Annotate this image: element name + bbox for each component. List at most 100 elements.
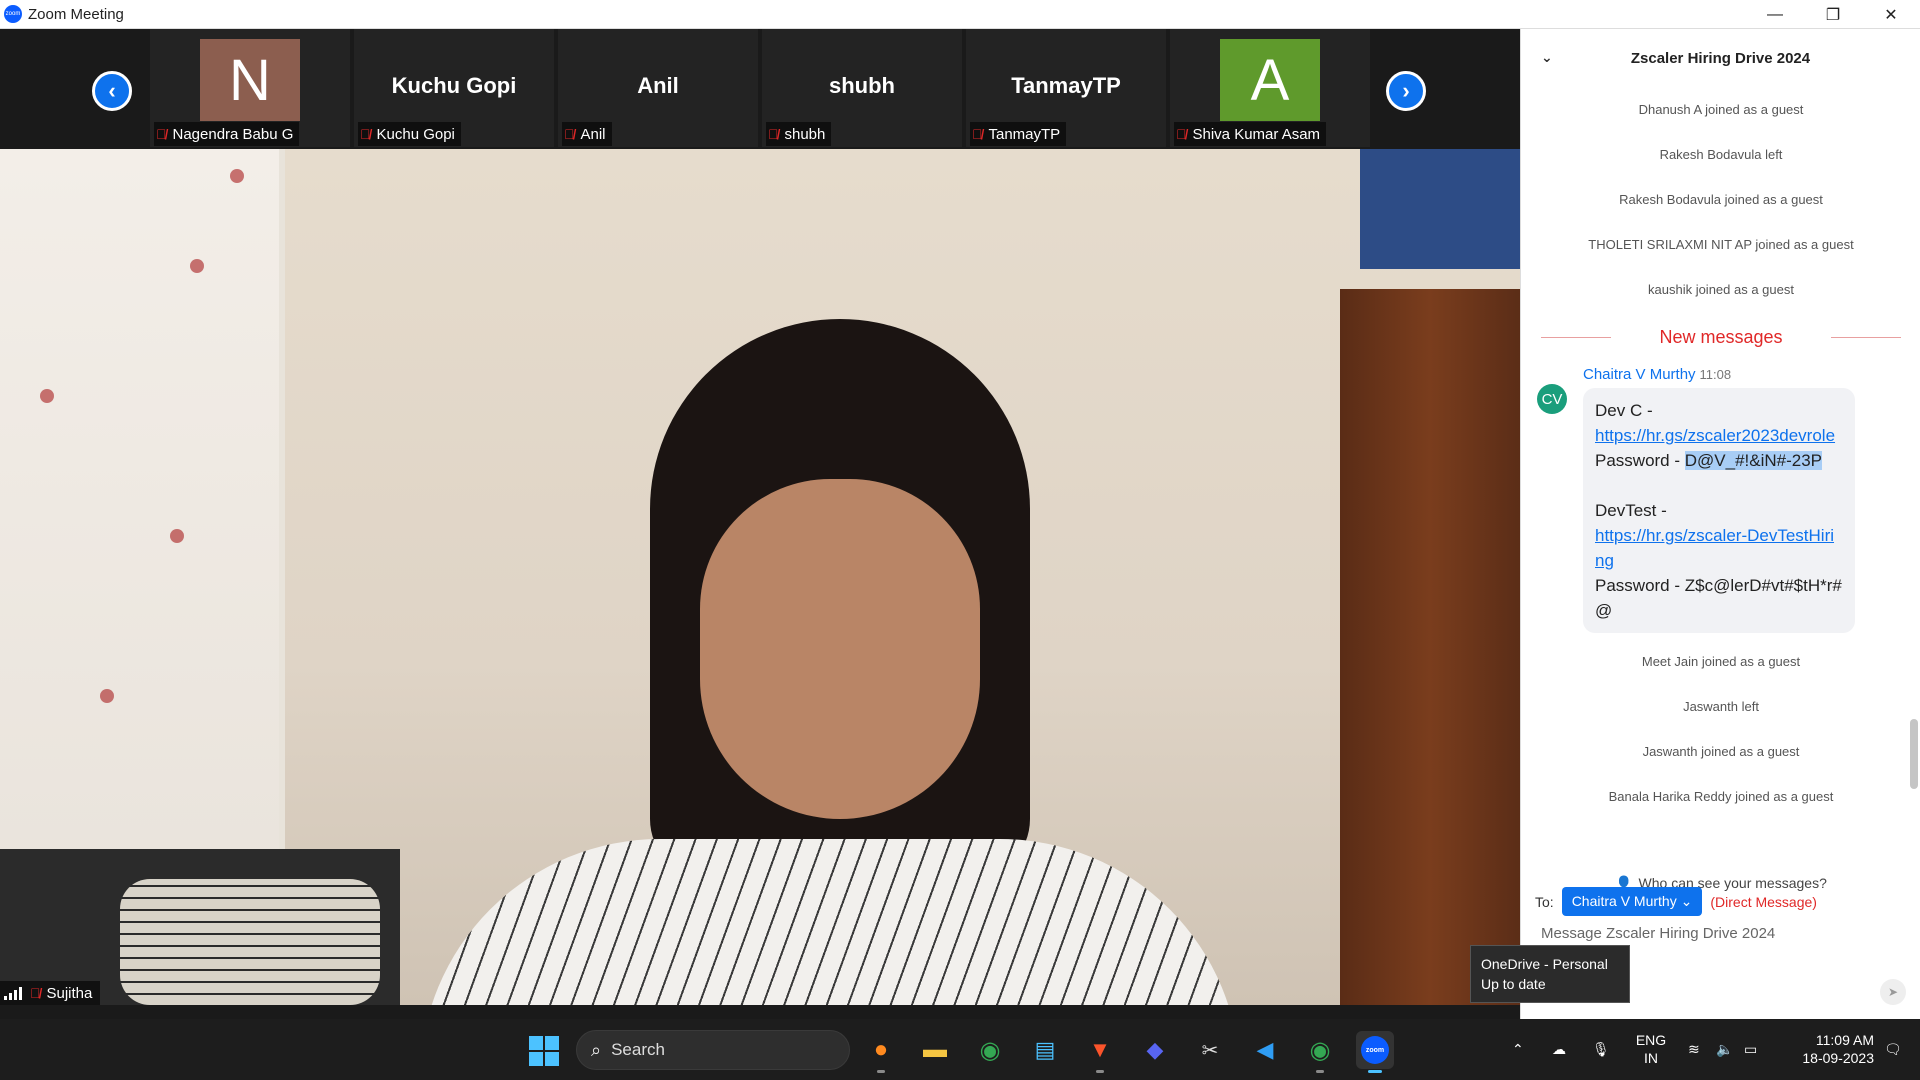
chrome-profile-icon[interactable]: ◉ (1301, 1031, 1339, 1073)
wifi-icon[interactable]: ≋ (1688, 1019, 1700, 1080)
mic-muted-icon: 🎙̸ (564, 126, 575, 142)
message-line: Password - D@V_#!&iN#-23P (1595, 448, 1843, 473)
participant-label: 🎙̸ TanmayTP (970, 122, 1067, 146)
scrollbar-thumb[interactable] (1910, 719, 1918, 789)
system-message: Jaswanth left (1683, 699, 1759, 714)
participant-label: 🎙̸ Shiva Kumar Asam (1174, 122, 1327, 146)
curtain-pattern (40, 389, 54, 403)
zoom-taskbar-icon[interactable]: zoom (1356, 1031, 1394, 1073)
participant-label: 🎙̸ Nagendra Babu G (154, 122, 300, 146)
windows-start-icon[interactable] (529, 1036, 559, 1066)
curtain-pattern (100, 689, 114, 703)
search-icon: ⌕ (591, 1039, 602, 1060)
message-bubble: Dev C - https://hr.gs/zscaler2023devrole… (1583, 388, 1855, 633)
tooltip-line: OneDrive - Personal (1481, 956, 1608, 972)
message-line: Dev C - (1595, 401, 1653, 420)
notifications-icon[interactable]: 🗨 (1884, 1019, 1902, 1080)
curtain-pattern (230, 169, 244, 183)
vscode-icon[interactable]: ◀ (1246, 1031, 1284, 1069)
participant-tile[interactable]: shubh 🎙̸ shubh (762, 29, 962, 147)
window-controls: — ❐ ✕ (1746, 0, 1920, 29)
volume-icon[interactable]: 🔈 (1716, 1019, 1733, 1080)
curtain-pattern (170, 529, 184, 543)
participant-gallery-strip: ‹ N 🎙̸ Nagendra Babu G Kuchu Gopi 🎙̸ Kuchu… (0, 29, 1520, 149)
participant-name: Anil (580, 125, 606, 143)
mic-muted-icon: 🎙̸ (30, 985, 41, 1001)
search-label: Search (611, 1040, 665, 1059)
gallery-next-button[interactable]: › (1386, 71, 1426, 111)
region-code: IN (1644, 1050, 1658, 1066)
discord-icon[interactable]: ◆ (1136, 1031, 1174, 1069)
mic-muted-icon: 🎙̸ (1176, 126, 1187, 142)
language-indicator[interactable]: ENG IN (1634, 1031, 1668, 1067)
restore-button[interactable]: ❐ (1804, 0, 1862, 29)
system-message: Rakesh Bodavula joined as a guest (1619, 192, 1823, 207)
participant-display-name: Kuchu Gopi (391, 73, 517, 98)
sender-name[interactable]: Chaitra V Murthy (1583, 366, 1696, 383)
direct-message-label: (Direct Message) (1710, 893, 1817, 910)
avatar: N (200, 39, 300, 121)
send-icon[interactable]: ➤ (1880, 979, 1906, 1005)
video-person-face (700, 479, 980, 819)
windows-taskbar: ⌕ Search ● ▬ ◉ ▤ ▼ ◆ ✂ ◀ ◉ zoom ⌃ ☁ 🎙 EN… (0, 1019, 1920, 1080)
clock-date: 18-09-2023 (1802, 1050, 1874, 1066)
chat-scrollbar[interactable] (1910, 119, 1918, 799)
participant-tile[interactable]: A 🎙̸ Shiva Kumar Asam (1170, 29, 1370, 147)
chrome-icon[interactable]: ◉ (971, 1031, 1009, 1069)
microphone-icon[interactable]: 🎙 (1592, 1019, 1610, 1080)
firefox-icon[interactable]: ● (862, 1031, 900, 1073)
video-shelf (1360, 149, 1520, 269)
message-link[interactable]: https://hr.gs/zscaler2023devrole (1595, 426, 1835, 445)
participant-name: Nagendra Babu G (172, 125, 294, 143)
recipient-dropdown[interactable]: Chaitra V Murthy ⌄ (1561, 887, 1703, 916)
title-bar: zoom Zoom Meeting — ❐ ✕ (0, 0, 1920, 29)
taskbar-search[interactable]: ⌕ Search (576, 1030, 850, 1070)
message-time: 11:08 (1699, 367, 1732, 382)
system-clock[interactable]: 11:09 AM 18-09-2023 (1780, 1031, 1874, 1067)
avatar: A (1220, 39, 1320, 121)
recipient-name: Chaitra V Murthy (1571, 893, 1677, 909)
chat-panel: ⌄ Zscaler Hiring Drive 2024 Dhanush A jo… (1520, 29, 1920, 1019)
participant-name: Shiva Kumar Asam (1192, 125, 1321, 143)
notepad-icon[interactable]: ▤ (1026, 1031, 1064, 1069)
tray-overflow-icon[interactable]: ⌃ (1512, 1019, 1524, 1080)
message-link[interactable]: https://hr.gs/zscaler-DevTestHiring (1595, 526, 1834, 570)
snipping-tool-icon[interactable]: ✂ (1191, 1031, 1229, 1069)
participant-name: TanmayTP (988, 125, 1061, 143)
password-label: Password - (1595, 451, 1685, 470)
to-label: To: (1535, 893, 1554, 910)
participant-tile[interactable]: Anil 🎙̸ Anil (558, 29, 758, 147)
brave-icon[interactable]: ▼ (1081, 1031, 1119, 1073)
chevron-down-icon[interactable]: ⌄ (1541, 49, 1553, 66)
participant-tile[interactable]: N 🎙̸ Nagendra Babu G (150, 29, 350, 147)
onedrive-tooltip: OneDrive - Personal Up to date (1470, 945, 1630, 1003)
window-title: Zoom Meeting (28, 5, 124, 23)
mic-muted-icon: 🎙̸ (972, 126, 983, 142)
mic-muted-icon: 🎙̸ (156, 126, 167, 142)
system-message: THOLETI SRILAXMI NIT AP joined as a gues… (1588, 237, 1854, 252)
signal-strength-icon (4, 986, 22, 1000)
chat-message-list[interactable]: Dhanush A joined as a guest Rakesh Bodav… (1521, 87, 1920, 867)
system-message: Jaswanth joined as a guest (1642, 744, 1800, 759)
tooltip-line: Up to date (1481, 976, 1546, 992)
file-explorer-icon[interactable]: ▬ (916, 1031, 954, 1069)
close-button[interactable]: ✕ (1862, 0, 1920, 29)
onedrive-icon[interactable]: ☁ (1552, 1019, 1566, 1080)
active-speaker-video[interactable]: 🎙̸ Sujitha (0, 149, 1520, 1005)
system-message: Meet Jain joined as a guest (1641, 654, 1801, 669)
chat-message: CV Chaitra V Murthy 11:08 Dev C - https:/… (1521, 366, 1920, 633)
mic-muted-icon: 🎙̸ (360, 126, 371, 142)
participant-tile[interactable]: Kuchu Gopi 🎙̸ Kuchu Gopi (354, 29, 554, 147)
zoom-app-icon: zoom (4, 5, 22, 23)
gallery-prev-button[interactable]: ‹ (92, 71, 132, 111)
curtain-pattern (190, 259, 204, 273)
message-input[interactable]: Message Zscaler Hiring Drive 2024 (1541, 925, 1901, 942)
system-message: Banala Harika Reddy joined as a guest (1608, 789, 1834, 804)
self-view-label: 🎙̸ Sujitha (0, 981, 101, 1005)
participant-tile[interactable]: TanmayTP 🎙̸ TanmayTP (966, 29, 1166, 147)
participant-label: 🎙̸ Kuchu Gopi (358, 122, 461, 146)
system-message: Dhanush A joined as a guest (1638, 102, 1804, 117)
new-messages-divider: New messages (1521, 312, 1920, 362)
minimize-button[interactable]: — (1746, 0, 1804, 29)
battery-icon[interactable]: ▭ (1744, 1019, 1757, 1080)
